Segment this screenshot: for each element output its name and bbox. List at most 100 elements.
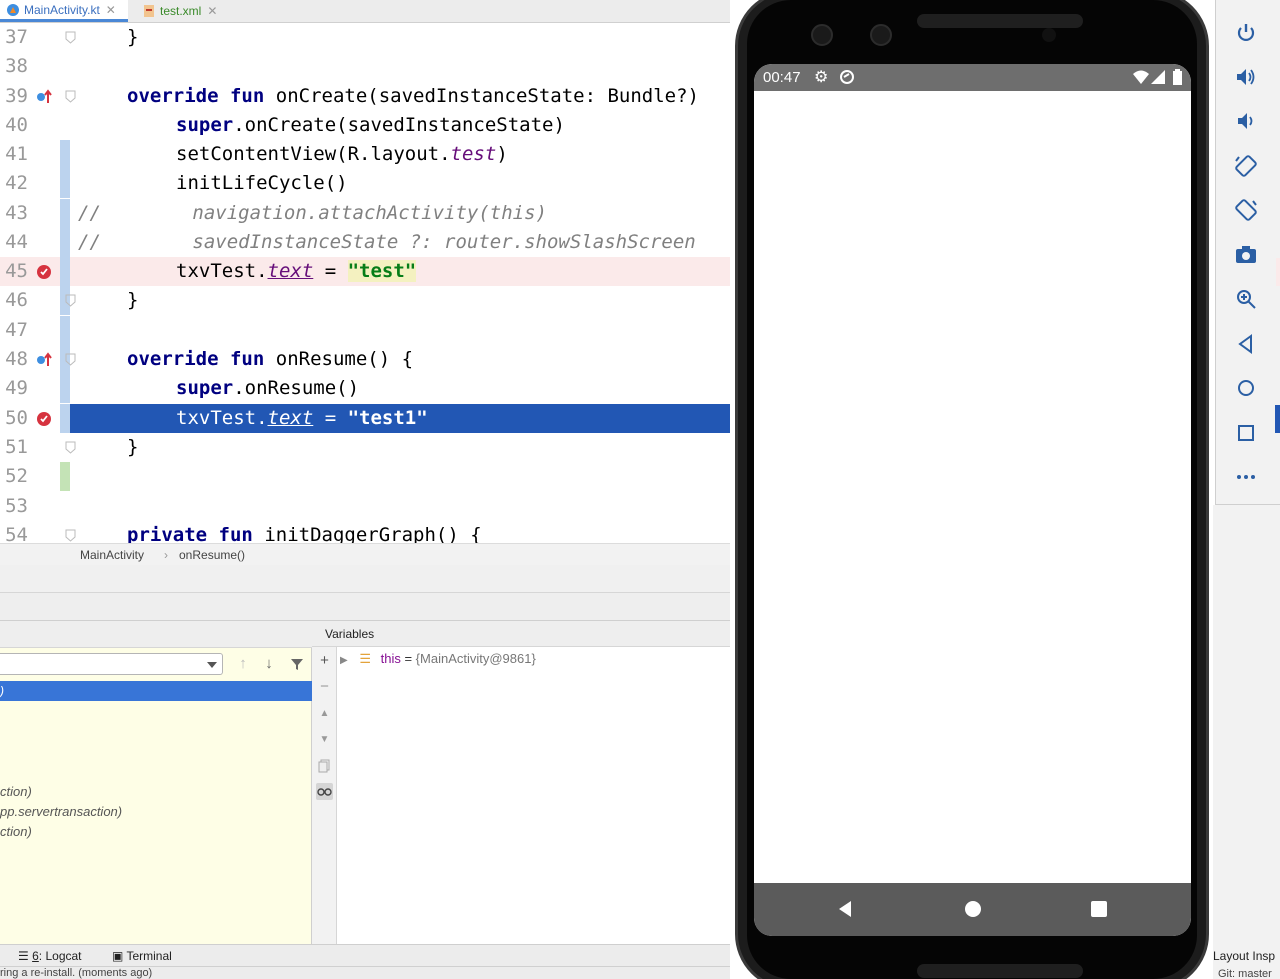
code-text: override fun onCreate(savedInstanceState… (127, 85, 699, 107)
variable-row[interactable]: ▶ ☰ this = {MainActivity@9861} (340, 651, 536, 669)
expand-icon[interactable]: ▶ (340, 655, 348, 666)
arrow-up-icon[interactable]: ↑ (234, 655, 252, 673)
code-text: super.onResume() (176, 377, 360, 399)
editor-overflow (1276, 258, 1280, 286)
volume-down-icon[interactable] (1233, 108, 1259, 134)
terminal-icon: ▣ (112, 949, 124, 963)
line-number: 41 (5, 143, 28, 165)
glasses-icon[interactable] (316, 783, 333, 800)
volume-up-icon[interactable] (1233, 64, 1259, 90)
stack-frame[interactable]: ction) (0, 824, 32, 839)
override-icon[interactable] (36, 352, 52, 368)
fold-icon[interactable] (65, 90, 76, 103)
line-number: 37 (5, 26, 28, 48)
frames-panel: ↑ ↓ ) ction) pp.servertransaction) ction… (0, 621, 312, 944)
tab-mainactivity[interactable]: MainActivity.kt ✕ (0, 0, 128, 22)
code-text: } (127, 289, 139, 311)
move-down-icon[interactable]: ▼ (316, 731, 333, 748)
git-branch[interactable]: Git: master (1218, 968, 1272, 979)
breadcrumb-method[interactable]: onResume() (179, 548, 245, 562)
tab-test-xml[interactable]: test.xml ✕ (136, 0, 232, 22)
speaker-grille (917, 14, 1083, 28)
fold-icon[interactable] (65, 529, 76, 542)
logcat-button[interactable]: ☰ 6: Logcat (18, 949, 82, 963)
close-icon[interactable]: ✕ (106, 3, 116, 17)
vcs-change-marker[interactable] (60, 404, 70, 433)
data-saver-icon (840, 70, 854, 84)
field-icon: ☰ (359, 651, 371, 666)
move-up-icon[interactable]: ▲ (316, 705, 333, 722)
line-number: 54 (5, 524, 28, 543)
line-number: 46 (5, 289, 28, 311)
vcs-change-marker[interactable] (60, 257, 70, 286)
power-icon[interactable] (1233, 20, 1259, 46)
terminal-button[interactable]: ▣ Terminal (112, 949, 172, 963)
breakpoint-icon[interactable] (36, 411, 52, 427)
device-screen[interactable]: 00:47 ⚙ (754, 64, 1191, 936)
breadcrumb-class[interactable]: MainActivity (80, 548, 144, 562)
vcs-change-marker[interactable] (60, 169, 70, 198)
ide-window: { "tabs": [ {"label": "MainActivity.kt",… (0, 0, 1280, 979)
line-number: 40 (5, 114, 28, 136)
add-watch-icon[interactable]: + (316, 652, 333, 669)
remove-watch-icon[interactable]: − (316, 678, 333, 695)
vcs-change-marker[interactable] (60, 374, 70, 403)
frames-header (0, 621, 312, 648)
layout-inspector-button[interactable]: Layout Insp (1213, 949, 1275, 963)
rotate-left-icon[interactable] (1233, 153, 1259, 179)
fold-icon[interactable] (65, 31, 76, 44)
variables-toolbar: + − ▲ ▼ (312, 647, 337, 944)
vcs-added-marker[interactable] (60, 462, 70, 491)
vcs-change-marker[interactable] (60, 140, 70, 169)
clock: 00:47 (763, 69, 801, 86)
code-text: } (127, 436, 139, 458)
more-icon[interactable] (1233, 464, 1259, 490)
camera-icon (870, 24, 892, 46)
zoom-icon[interactable] (1233, 286, 1259, 312)
close-icon[interactable]: ✕ (207, 4, 217, 18)
line-number: 43 (5, 202, 28, 224)
line-number: 52 (5, 465, 28, 487)
cell-signal-icon (1151, 70, 1165, 84)
thread-selector[interactable] (0, 653, 223, 675)
arrow-down-icon[interactable]: ↓ (260, 655, 278, 673)
rotate-right-icon[interactable] (1233, 197, 1259, 223)
code-text: private fun initDaggerGraph() { (127, 524, 482, 543)
fold-icon[interactable] (65, 353, 76, 366)
variable-name: this (380, 651, 401, 666)
back-icon[interactable] (1233, 331, 1259, 357)
overview-icon[interactable] (1089, 899, 1109, 919)
code-text: override fun onResume() { (127, 348, 414, 370)
home-icon[interactable] (1233, 375, 1259, 401)
vcs-change-marker[interactable] (60, 316, 70, 345)
line-number: 53 (5, 495, 28, 517)
camera-icon (811, 24, 833, 46)
camera-icon[interactable] (1233, 242, 1259, 268)
selected-frame[interactable]: ) (0, 681, 312, 701)
kotlin-file-icon (7, 3, 19, 16)
override-icon[interactable] (36, 89, 52, 105)
tab-label: test.xml (160, 4, 202, 18)
fold-icon[interactable] (65, 441, 76, 454)
overview-icon[interactable] (1233, 420, 1259, 446)
code-text: setContentView(R.layout.test) (176, 143, 508, 165)
vcs-change-marker[interactable] (60, 199, 70, 228)
code-comment: // savedInstanceState ?: router.showSlas… (78, 231, 696, 253)
emulator-controls (1215, 0, 1280, 505)
back-icon[interactable] (835, 899, 855, 919)
wifi-icon (1133, 70, 1149, 84)
vcs-change-marker[interactable] (60, 228, 70, 257)
fold-icon[interactable] (65, 294, 76, 307)
android-status-bar: 00:47 ⚙ (754, 64, 1191, 91)
logcat-icon: ☰ (18, 949, 29, 963)
breadcrumb-separator-icon: › (164, 548, 168, 562)
line-number: 38 (5, 55, 28, 77)
stack-frame[interactable]: ction) (0, 784, 32, 799)
settings-icon: ⚙ (814, 69, 829, 86)
breakpoint-icon[interactable] (36, 264, 52, 280)
copy-icon[interactable] (316, 757, 333, 774)
code-text: } (127, 26, 139, 48)
home-icon[interactable] (963, 899, 983, 919)
stack-frame[interactable]: pp.servertransaction) (0, 804, 122, 819)
filter-icon[interactable] (288, 655, 306, 673)
